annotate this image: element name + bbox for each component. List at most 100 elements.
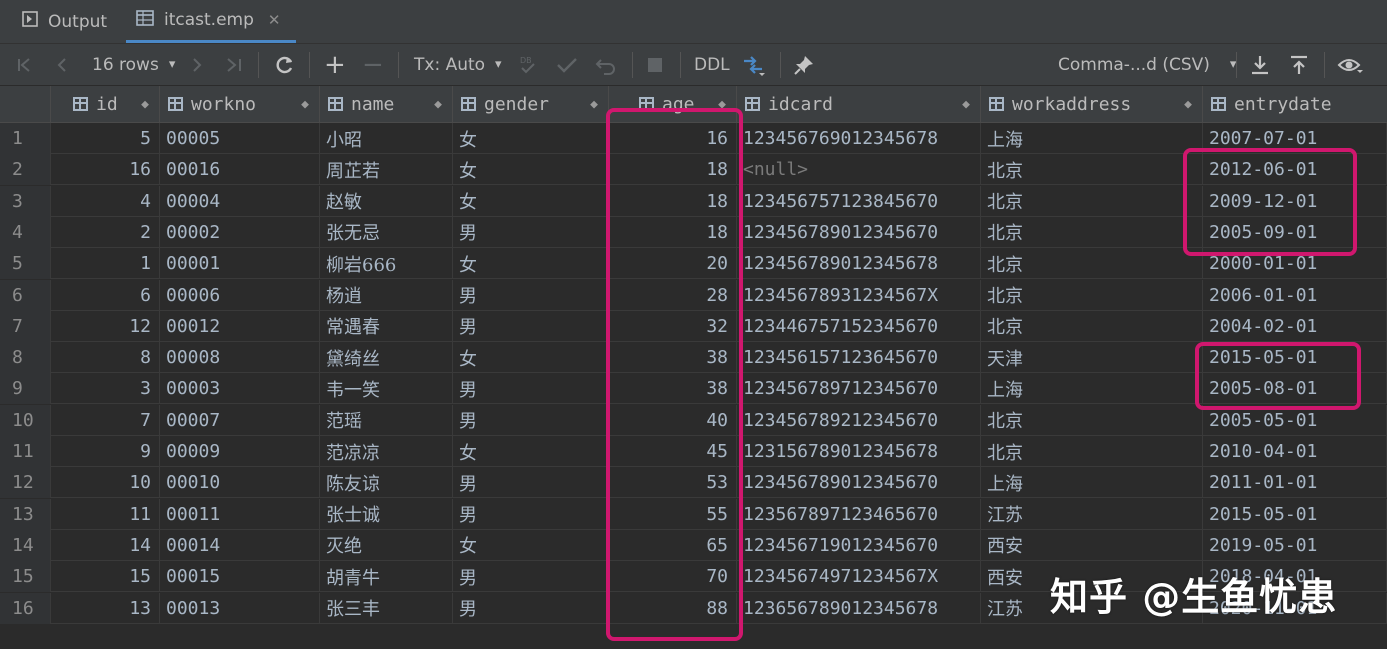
cell-name[interactable]: 陈友谅 [320,467,453,499]
cell-name[interactable]: 胡青牛 [320,561,453,593]
column-header-gender[interactable]: gender ◆ [453,86,609,122]
cell-idcard[interactable]: 123456757123845670 [737,185,981,217]
next-page-icon[interactable] [190,44,204,85]
cell-age[interactable]: 53 [609,467,737,499]
cell-gender[interactable]: 男 [453,310,609,342]
cell-age[interactable]: 38 [609,373,737,405]
cell-idcard[interactable]: 123456789012345670 [737,216,981,248]
cell-age[interactable]: 28 [609,279,737,311]
cell-idcard[interactable]: 123656789012345678 [737,592,981,624]
tab-output[interactable]: Output [22,0,122,43]
cell-idcard[interactable]: 123456769012345678 [737,123,981,154]
add-row-icon[interactable]: + [324,44,346,85]
cell-entrydate[interactable]: 2015-05-01 [1203,342,1387,374]
cell-workaddress[interactable]: 北京 [981,216,1203,248]
cell-workaddress[interactable]: 北京 [981,310,1203,342]
cell-entrydate[interactable]: 2007-07-01 [1203,123,1387,154]
cell-id[interactable]: 2 [51,216,160,248]
cell-workaddress[interactable]: 北京 [981,404,1203,436]
cell-entrydate[interactable]: 2000-01-01 [1203,248,1387,280]
cell-workno[interactable]: 00015 [160,561,320,593]
cell-gender[interactable]: 男 [453,561,609,593]
cell-entrydate[interactable]: 2019-05-01 [1203,529,1387,561]
cell-age[interactable]: 32 [609,310,737,342]
cell-gender[interactable]: 男 [453,467,609,499]
cell-gender[interactable]: 女 [453,185,609,217]
table-row[interactable]: 12 10 00010 陈友谅男 53 123456789012345670 上海 2011-… [0,467,1387,499]
sort-icon[interactable]: ◆ [1184,97,1192,112]
cell-workno[interactable]: 00011 [160,498,320,530]
cell-entrydate[interactable]: 2004-02-01 [1203,310,1387,342]
cell-workaddress[interactable]: 北京 [981,185,1203,217]
cell-workno[interactable]: 00008 [160,342,320,374]
close-icon[interactable]: ✕ [268,11,281,29]
cell-name[interactable]: 灭绝 [320,529,453,561]
cell-entrydate[interactable]: 2005-08-01 [1203,373,1387,405]
cell-name[interactable]: 黛绮丝 [320,342,453,374]
cell-age[interactable]: 18 [609,154,737,186]
cell-idcard[interactable]: 123446757152345670 [737,310,981,342]
cell-idcard[interactable]: 123456719012345670 [737,529,981,561]
download-icon[interactable] [1250,44,1270,85]
cell-workno[interactable]: 00016 [160,154,320,186]
cell-id[interactable]: 12 [51,310,160,342]
cell-workno[interactable]: 00010 [160,467,320,499]
sort-icon[interactable]: ◆ [141,97,149,112]
cell-workno[interactable]: 00002 [160,216,320,248]
cell-workaddress[interactable]: 天津 [981,342,1203,374]
cell-age[interactable]: 18 [609,216,737,248]
cell-age[interactable]: 20 [609,248,737,280]
cell-age[interactable]: 18 [609,185,737,217]
cell-gender[interactable]: 女 [453,436,609,467]
cell-workno[interactable]: 00014 [160,529,320,561]
pin-icon[interactable] [793,44,815,85]
cell-id[interactable]: 8 [51,342,160,374]
table-row[interactable]: 10 7 00007 范瑶男 40 123456789212345670 北京 2005-05… [0,404,1387,436]
cell-id[interactable]: 4 [51,185,160,217]
cell-workno[interactable]: 00003 [160,373,320,405]
cell-id[interactable]: 3 [51,373,160,405]
cell-entrydate[interactable]: 2006-01-01 [1203,279,1387,311]
column-header-idcard[interactable]: idcard ◆ [737,86,981,122]
cell-gender[interactable]: 女 [453,123,609,154]
cell-gender[interactable]: 女 [453,529,609,561]
last-page-icon[interactable] [224,44,244,85]
cell-workno[interactable]: 00013 [160,592,320,624]
cell-id[interactable]: 14 [51,529,160,561]
cell-name[interactable]: 常遇春 [320,310,453,342]
column-header-name[interactable]: name ◆ [320,86,453,122]
sort-icon[interactable]: ◆ [434,97,442,112]
cell-name[interactable]: 韦一笑 [320,373,453,405]
cell-id[interactable]: 7 [51,404,160,436]
cell-age[interactable]: 70 [609,561,737,593]
cell-age[interactable]: 45 [609,436,737,467]
rows-selector[interactable]: 16 rows ▾ [92,44,175,85]
cell-gender[interactable]: 男 [453,279,609,311]
cell-idcard[interactable]: 123456789212345670 [737,404,981,436]
cell-name[interactable]: 张三丰 [320,592,453,624]
cell-workno[interactable]: 00006 [160,279,320,311]
cell-gender[interactable]: 男 [453,216,609,248]
table-row[interactable]: 7 12 00012 常遇春男 32 123446757152345670 北京 2004-0… [0,310,1387,342]
cell-workaddress[interactable]: 上海 [981,373,1203,405]
table-row[interactable]: 6 6 00006 杨逍男 28 12345678931234567X 北京 2006-01-… [0,279,1387,311]
cell-age[interactable]: 40 [609,404,737,436]
stop-icon[interactable] [646,44,664,85]
cell-gender[interactable]: 男 [453,373,609,405]
cell-idcard[interactable]: 123456789012345678 [737,248,981,280]
cell-age[interactable]: 16 [609,123,737,154]
table-row[interactable]: 5 1 00001 柳岩666 女 20 123456789012345678 北京 2000-… [0,248,1387,280]
sort-icon[interactable]: ◆ [962,97,970,112]
cell-name[interactable]: 柳岩666 [320,248,453,280]
db-commit-icon[interactable]: DB [518,44,538,85]
column-header-workno[interactable]: workno ◆ [160,86,320,122]
cell-idcard[interactable]: 12345678931234567X [737,279,981,311]
cell-name[interactable]: 杨逍 [320,279,453,311]
cell-workaddress[interactable]: 上海 [981,123,1203,154]
cell-workaddress[interactable]: 北京 [981,279,1203,311]
cell-id[interactable]: 6 [51,279,160,311]
cell-workaddress[interactable]: 西安 [981,529,1203,561]
column-header-workaddress[interactable]: workaddress ◆ [981,86,1203,122]
table-row[interactable]: 14 14 00014 灭绝女 65 123456719012345670 西安 2019-0… [0,529,1387,561]
cell-workaddress[interactable]: 北京 [981,248,1203,280]
